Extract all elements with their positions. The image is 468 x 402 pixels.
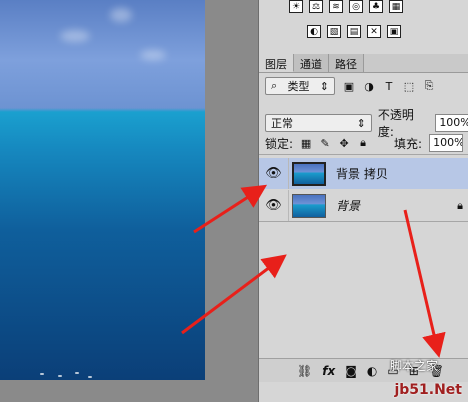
link-icon[interactable]: ⛓ <box>297 364 312 378</box>
cloud <box>140 50 166 60</box>
fill-input[interactable]: 100% <box>429 134 464 152</box>
type-filter-icon[interactable]: T <box>383 80 395 93</box>
blend-mode-value: 正常 <box>271 117 293 130</box>
curves-icon[interactable]: ≋ <box>329 0 343 13</box>
mask-icon[interactable]: ◙ <box>345 364 357 378</box>
wave-foam <box>88 376 92 378</box>
adjustments-row-2: ◐ ▧ ▤ ✕ ▣ <box>307 25 401 38</box>
lock-paint-icon[interactable]: ✎ <box>319 137 331 150</box>
canvas-gutter <box>205 0 258 402</box>
balance-icon[interactable]: ⚖ <box>309 0 323 13</box>
layer-name: 背景 <box>336 199 361 213</box>
cloud <box>60 30 90 42</box>
layer-row[interactable]: 👁︎ 背景 🔒︎ <box>259 190 468 221</box>
adjustment-filter-icon[interactable]: ◑ <box>363 80 375 93</box>
panel-tabs: 图层 通道 路径 <box>259 54 468 73</box>
document-canvas[interactable] <box>0 0 205 380</box>
invert-icon[interactable]: ◐ <box>307 25 321 38</box>
shape-filter-icon[interactable]: ⬚ <box>403 80 415 93</box>
wave-foam <box>58 375 62 377</box>
visibility-eye-icon[interactable]: 👁︎ <box>259 158 289 189</box>
watermark-text: 脚本之家 <box>389 359 438 373</box>
adjustments-row-1: ☀ ⚖ ≋ ◎ ♣ ▦ <box>289 0 403 13</box>
layer-filter-row: ⌕ 类型 ⇕ ▣ ◑ T ⬚ ⎘ <box>265 77 435 95</box>
wave-foam <box>75 372 79 374</box>
divider <box>259 154 468 155</box>
selective-color-icon[interactable]: ✕ <box>367 25 381 38</box>
layer-lock-icon: 🔒︎ <box>457 198 463 212</box>
watermark-site: jb51.Net <box>394 382 462 398</box>
lock-label: 锁定: <box>265 136 294 151</box>
divider <box>259 221 468 222</box>
gradient-map-icon[interactable]: ▧ <box>327 25 341 38</box>
lock-transparency-icon[interactable]: ▦ <box>300 137 312 150</box>
wave-foam <box>40 373 44 375</box>
opacity-input[interactable]: 100% <box>435 114 468 132</box>
posterize-icon[interactable]: ▣ <box>387 25 401 38</box>
tab-paths[interactable]: 路径 <box>329 54 364 72</box>
visibility-eye-icon[interactable]: 👁︎ <box>259 190 289 221</box>
tab-layers[interactable]: 图层 <box>259 54 294 72</box>
layer-name: 背景 拷贝 <box>336 167 388 181</box>
tab-channels[interactable]: 通道 <box>294 54 329 72</box>
stepper-icon: ⇕ <box>319 79 329 93</box>
layer-thumbnail <box>292 161 326 186</box>
layers-panel: ☀ ⚖ ≋ ◎ ♣ ▦ ◐ ▧ ▤ ✕ ▣ 图层 通道 路径 ⌕ 类型 ⇕ ▣ … <box>258 0 468 402</box>
color-balance-icon[interactable]: ♣ <box>369 0 383 13</box>
fill-label: 填充: <box>394 136 423 151</box>
lock-row: 锁定: ▦ ✎ ✥ 🔒︎ 填充: 100% <box>265 134 464 152</box>
filter-type-select[interactable]: ⌕ 类型 ⇕ <box>265 77 335 95</box>
search-icon: ⌕ <box>271 79 278 92</box>
fx-icon[interactable]: fx <box>322 364 335 378</box>
hue-icon[interactable]: ◎ <box>349 0 363 13</box>
grid-icon[interactable]: ▦ <box>389 0 403 13</box>
blend-mode-select[interactable]: 正常 ⇕ <box>265 114 372 132</box>
filter-label: 类型 <box>287 80 310 93</box>
stepper-icon: ⇕ <box>356 116 366 130</box>
layer-row[interactable]: 👁︎ 背景 拷贝 <box>259 158 468 189</box>
layer-thumbnail <box>292 193 326 218</box>
lock-all-icon[interactable]: 🔒︎ <box>357 136 369 149</box>
smart-object-filter-icon[interactable]: ⎘ <box>423 79 435 92</box>
lock-position-icon[interactable]: ✥ <box>338 137 350 150</box>
threshold-icon[interactable]: ▤ <box>347 25 361 38</box>
brightness-icon[interactable]: ☀ <box>289 0 303 13</box>
adjustment-icon[interactable]: ◐ <box>367 364 377 378</box>
cloud <box>110 8 132 22</box>
image-filter-icon[interactable]: ▣ <box>343 80 355 93</box>
